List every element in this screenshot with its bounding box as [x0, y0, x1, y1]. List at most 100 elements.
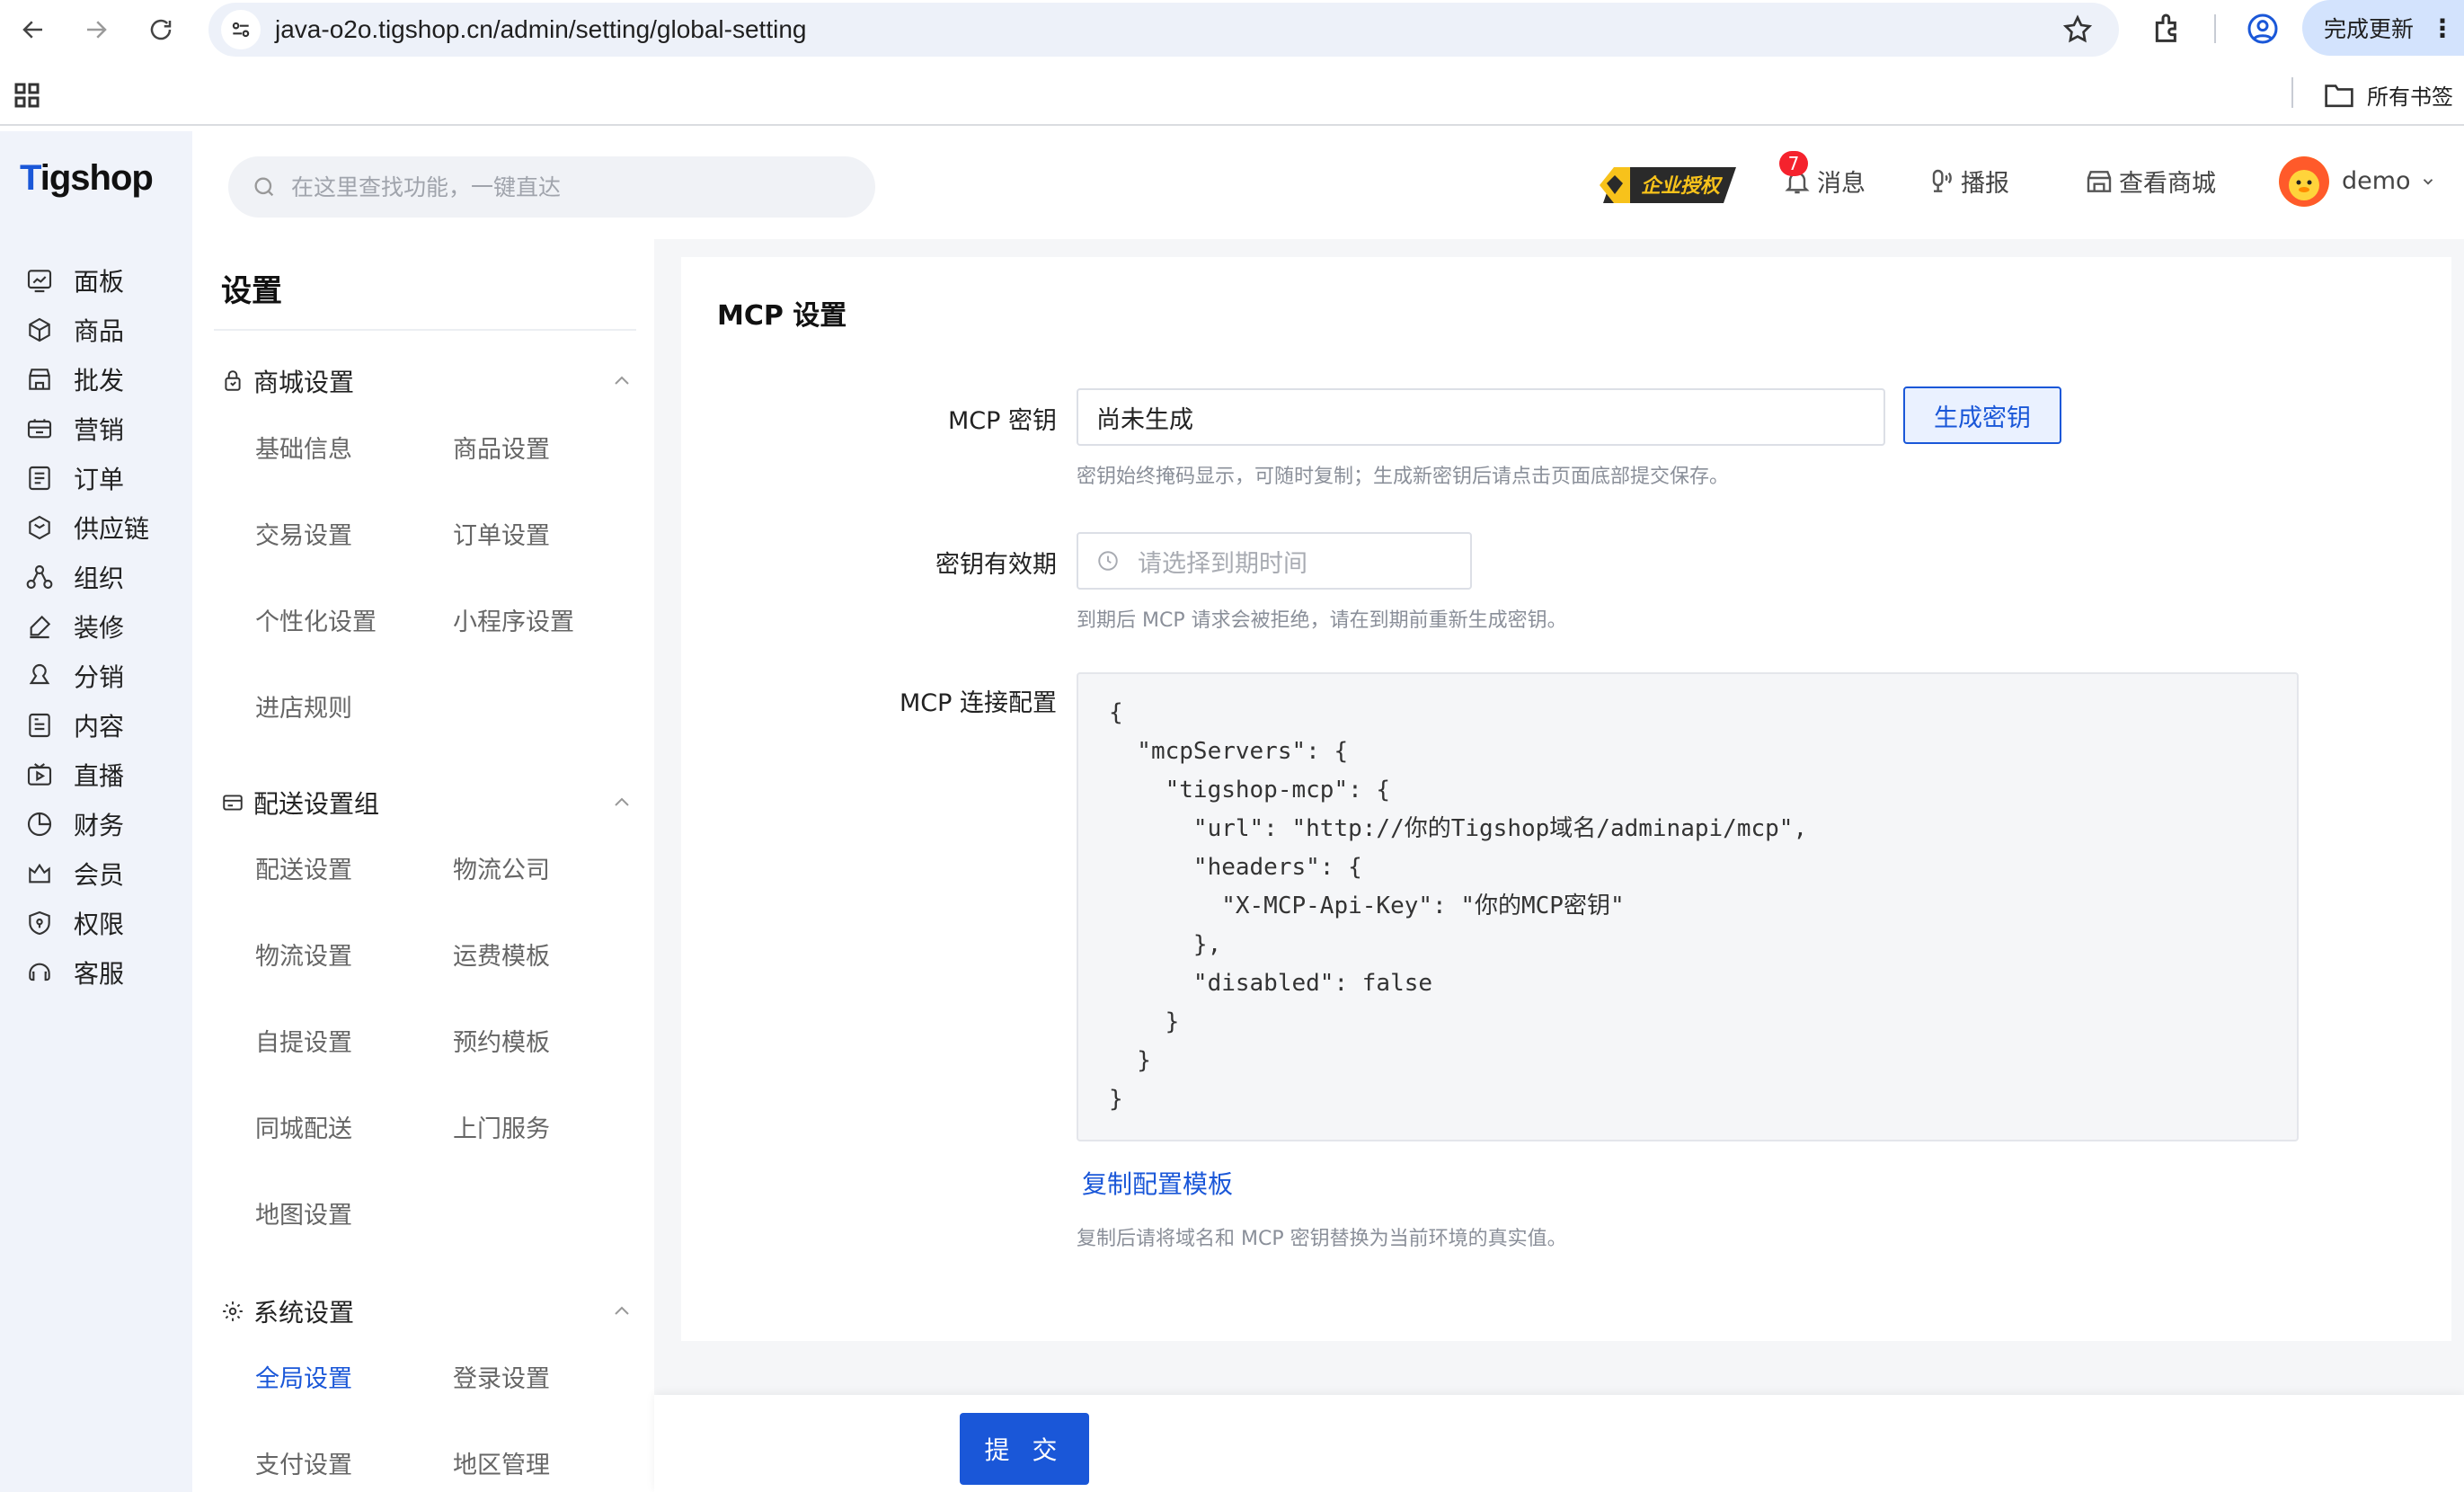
subnav-item[interactable]: 物流设置: [255, 937, 352, 972]
rail-item-6[interactable]: 组织: [25, 552, 124, 602]
subnav-item[interactable]: 预约模板: [453, 1023, 550, 1058]
subnav-item[interactable]: 订单设置: [453, 516, 550, 551]
extensions-icon[interactable]: [2149, 11, 2185, 47]
site-info-icon[interactable]: [221, 10, 261, 49]
search-input[interactable]: [291, 173, 830, 200]
subnav-item[interactable]: 运费模板: [453, 937, 550, 972]
mcp-key-field[interactable]: [1077, 388, 1885, 446]
rail-item-13[interactable]: 权限: [25, 898, 124, 948]
rail-item-label: 分销: [74, 662, 125, 692]
forward-icon[interactable]: [75, 9, 117, 50]
mcp-config-code: { "mcpServers": { "tigshop-mcp": { "url"…: [1077, 672, 2299, 1141]
admin-app: Tigshop 面板 商品 批发 营销 订单 供应链 组织 装修 分销 内容 直播 财务 会员 权限 客服 …: [0, 131, 2464, 1492]
submit-button[interactable]: 提 交: [960, 1413, 1089, 1485]
more-menu-icon[interactable]: ⋮: [2430, 13, 2455, 43]
rail-item-label: 订单: [74, 465, 125, 494]
expire-date-picker[interactable]: 请选择到期时间: [1077, 532, 1472, 590]
subnav-item[interactable]: 配送设置: [255, 850, 352, 885]
subnav-item[interactable]: 商品设置: [453, 430, 550, 465]
rail-item-5[interactable]: 供应链: [25, 502, 149, 553]
subnav-item[interactable]: 进店规则: [255, 688, 352, 724]
reload-icon[interactable]: [140, 9, 182, 50]
rail-item-1[interactable]: 商品: [25, 305, 124, 355]
feature-search[interactable]: [228, 156, 875, 218]
back-icon[interactable]: [13, 9, 54, 50]
settings-subnav: 设置 商城设置 基础信息 商品设置 交易设置 订单设置 个性化设置 小程序设置 进店规则 配送设…: [192, 239, 654, 1492]
subnav-item[interactable]: 地图设置: [255, 1195, 352, 1230]
rail-item-14[interactable]: 客服: [25, 947, 124, 998]
user-name-label: demo: [2342, 167, 2411, 195]
subnav-item[interactable]: 自提设置: [255, 1023, 352, 1058]
rail-item-label: 财务: [74, 811, 125, 840]
subnav-item[interactable]: 同城配送: [255, 1109, 352, 1144]
bookmarks-separator: [2291, 77, 2293, 108]
decorate-icon: [30, 615, 51, 639]
enterprise-license-badge[interactable]: 企业授权: [1596, 162, 1740, 209]
view-store-label: 查看商城: [2119, 170, 2216, 198]
subnav-item[interactable]: 地区管理: [453, 1445, 550, 1480]
generate-key-button[interactable]: 生成密钥: [1903, 386, 2061, 444]
rail-item-3[interactable]: 营销: [25, 404, 124, 454]
subnav-group-header[interactable]: 配送设置组: [221, 785, 379, 821]
expire-placeholder: 请选择到期时间: [1138, 549, 1307, 578]
avatar[interactable]: [2279, 156, 2329, 207]
subnav-item[interactable]: 个性化设置: [255, 602, 377, 637]
rail-item-label: 营销: [74, 415, 125, 445]
rail-item-label: 内容: [74, 712, 125, 742]
update-button[interactable]: 完成更新 ⋮: [2302, 0, 2464, 56]
rail-item-8[interactable]: 分销: [25, 651, 124, 701]
rail-item-label: 会员: [74, 860, 125, 890]
copy-template-link[interactable]: 复制配置模板: [1082, 1165, 1233, 1201]
url-text[interactable]: java-o2o.tigshop.cn/admin/setting/global…: [275, 15, 806, 44]
subnav-group-title: 商城设置: [253, 368, 355, 397]
subnav-group-header[interactable]: 系统设置: [221, 1293, 354, 1329]
section-title: MCP 设置: [717, 300, 847, 332]
profile-icon[interactable]: [2245, 11, 2281, 47]
bookmarks-bar: 所有书签: [0, 67, 2464, 126]
member-icon: [29, 863, 50, 884]
subnav-item[interactable]: 基础信息: [255, 430, 352, 465]
rail-item-label: 装修: [74, 613, 125, 643]
apps-grid-icon[interactable]: [11, 79, 43, 111]
store-icon: [29, 369, 50, 390]
rail-item-12[interactable]: 会员: [25, 848, 124, 899]
all-bookmarks-button[interactable]: 所有书签: [2324, 79, 2453, 111]
subnav-item[interactable]: 支付设置: [255, 1445, 352, 1480]
chevron-up-icon[interactable]: [611, 1301, 633, 1322]
rail-item-11[interactable]: 财务: [25, 799, 124, 849]
chevron-up-icon[interactable]: [611, 792, 633, 813]
update-label: 完成更新: [2324, 16, 2415, 42]
rail-item-label: 组织: [74, 564, 125, 593]
finance-icon: [27, 812, 52, 837]
form-footer: 提 交: [654, 1395, 2464, 1492]
broadcast-button[interactable]: 播报: [1927, 164, 2009, 199]
license-label: 企业授权: [1641, 174, 1724, 198]
rail-item-4[interactable]: 订单: [25, 453, 124, 503]
user-menu[interactable]: demo: [2342, 167, 2436, 195]
search-icon: [254, 177, 274, 197]
tigshop-logo[interactable]: Tigshop: [20, 158, 154, 199]
rail-item-0[interactable]: 面板: [25, 255, 124, 306]
rail-item-2[interactable]: 批发: [25, 354, 124, 404]
live-icon: [27, 763, 52, 786]
content-icon: [29, 713, 50, 738]
cube-icon: [29, 317, 50, 342]
bookmark-star-icon[interactable]: [2061, 13, 2094, 46]
rail-item-9[interactable]: 内容: [25, 700, 124, 750]
chevron-down-icon: [2423, 178, 2433, 185]
subnav-group-header[interactable]: 商城设置: [221, 363, 354, 399]
logo-prefix: T: [20, 158, 41, 198]
subnav-item[interactable]: 登录设置: [453, 1359, 550, 1394]
system-settings-icon: [223, 1301, 243, 1321]
subnav-item[interactable]: 上门服务: [453, 1109, 550, 1144]
view-store-button[interactable]: 查看商城: [2085, 164, 2216, 199]
subnav-item[interactable]: 交易设置: [255, 516, 352, 551]
subnav-item[interactable]: 全局设置: [255, 1359, 352, 1394]
subnav-item[interactable]: 小程序设置: [453, 602, 574, 637]
address-bar[interactable]: java-o2o.tigshop.cn/admin/setting/global…: [208, 3, 2119, 57]
chevron-up-icon[interactable]: [611, 370, 633, 392]
subnav-item[interactable]: 物流公司: [453, 850, 550, 885]
rail-item-10[interactable]: 直播: [25, 750, 124, 800]
rail-item-7[interactable]: 装修: [25, 601, 124, 652]
subnav-group-title: 系统设置: [253, 1298, 355, 1328]
